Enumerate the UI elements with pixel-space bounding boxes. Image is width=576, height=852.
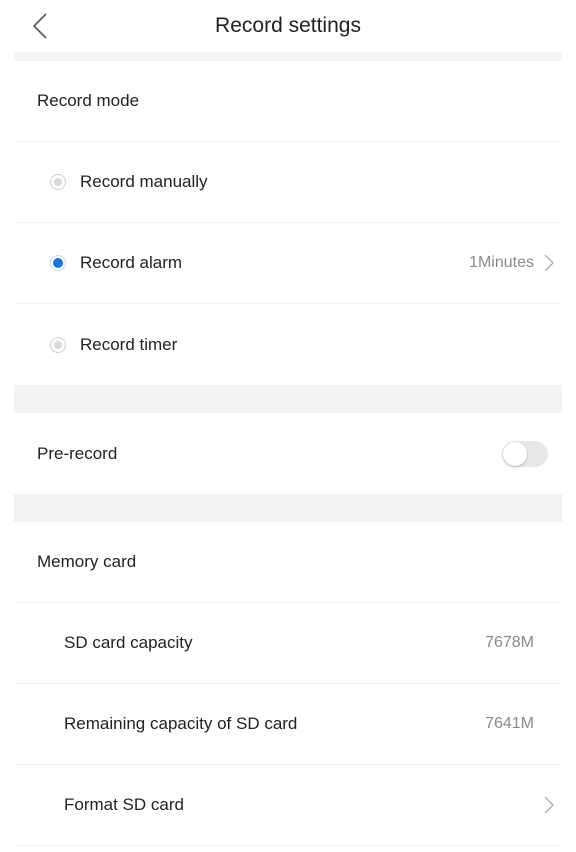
header-bar: Record settings [0, 0, 576, 52]
page-title: Record settings [215, 14, 361, 37]
back-button[interactable] [26, 8, 54, 44]
format-sd-card-label: Format SD card [64, 795, 184, 814]
chevron-right-icon[interactable] [544, 253, 556, 273]
record-manually-option[interactable]: Record manually [14, 142, 562, 223]
chevron-left-icon [32, 13, 47, 39]
record-timer-radio[interactable] [50, 336, 66, 353]
chevron-right-icon[interactable] [544, 795, 556, 815]
record-alarm-radio[interactable] [50, 255, 66, 271]
section-divider [14, 52, 562, 61]
remaining-capacity-row: Remaining capacity of SD card 7641M [14, 684, 562, 765]
pre-record-row: Pre-record [14, 413, 562, 494]
toggle-knob [503, 441, 527, 466]
sd-capacity-label: SD card capacity [64, 633, 193, 652]
format-sd-card-row[interactable]: Format SD card [14, 765, 562, 846]
sd-capacity-value: 7678M [485, 634, 534, 651]
memory-card-label: Memory card [37, 552, 137, 571]
section-divider [14, 494, 562, 522]
record-alarm-option[interactable]: Record alarm 1Minutes [14, 223, 562, 304]
pre-record-toggle[interactable] [502, 440, 548, 467]
record-alarm-label: Record alarm [80, 253, 183, 272]
section-divider [14, 385, 562, 413]
record-manually-label: Record manually [80, 172, 208, 191]
record-timer-option[interactable]: Record timer [14, 304, 562, 385]
remaining-capacity-value: 7641M [485, 715, 534, 732]
record-timer-label: Record timer [80, 334, 178, 354]
record-alarm-duration: 1Minutes [469, 254, 534, 271]
memory-card-header: Memory card [14, 522, 562, 603]
record-mode-label: Record mode [37, 91, 140, 110]
record-manually-radio[interactable] [50, 174, 66, 190]
sd-capacity-row: SD card capacity 7678M [14, 603, 562, 684]
record-mode-header: Record mode [14, 61, 562, 142]
remaining-capacity-label: Remaining capacity of SD card [64, 714, 298, 733]
pre-record-label: Pre-record [37, 443, 118, 463]
